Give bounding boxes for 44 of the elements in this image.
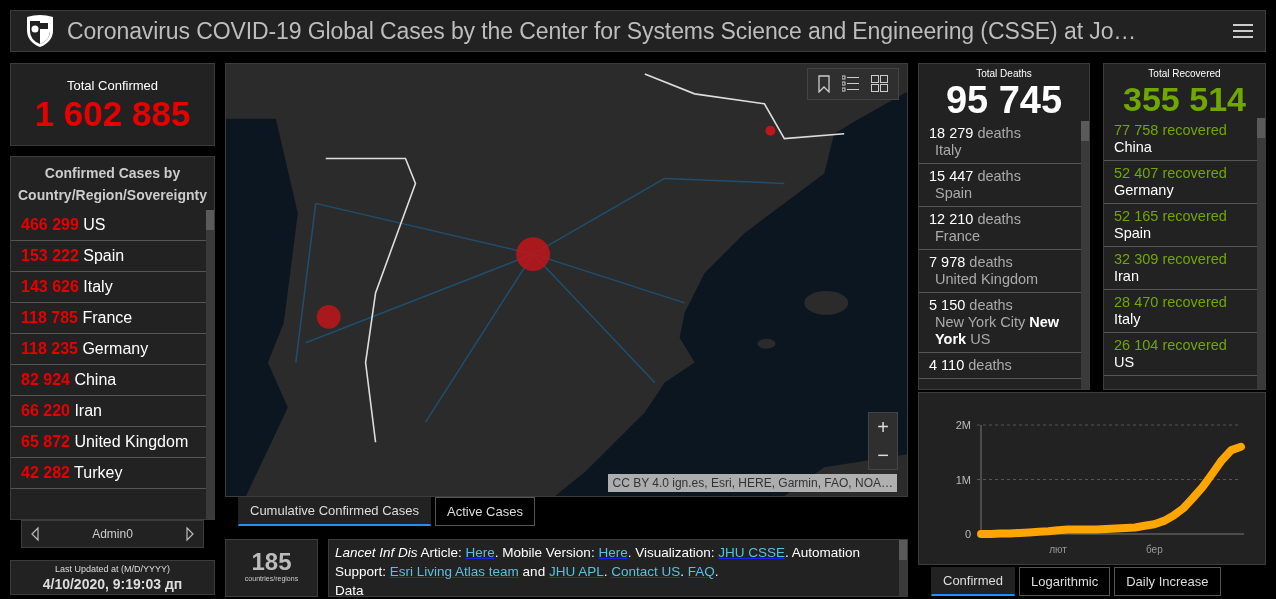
attribution-text: CC BY 4.0 ign.es, Esri, HERE, Garmin, FAO, NOA… bbox=[608, 474, 897, 492]
zoom-in-button[interactable]: + bbox=[869, 413, 897, 441]
y-tick-label: 0 bbox=[964, 528, 971, 540]
x-tick-label: лют bbox=[1049, 544, 1067, 555]
update-time: 4/10/2020, 9:19:03 дп bbox=[42, 576, 183, 592]
link[interactable]: JHU APL bbox=[548, 563, 604, 579]
link[interactable]: FAQ bbox=[687, 563, 715, 579]
zoom-out-button[interactable]: − bbox=[869, 441, 897, 469]
link[interactable]: Here bbox=[465, 544, 495, 560]
tab[interactable]: Daily Increase bbox=[1114, 567, 1221, 596]
link[interactable]: JHU CSSE bbox=[718, 544, 785, 560]
scrollbar[interactable] bbox=[899, 539, 907, 596]
bookmark-icon[interactable] bbox=[818, 75, 830, 93]
info-text: Data bbox=[335, 581, 365, 596]
stat-value: 1 602 885 bbox=[34, 95, 191, 133]
tab[interactable]: Active Cases bbox=[435, 497, 535, 526]
update-label: Last Updated at (M/D/YYYY) bbox=[54, 563, 171, 577]
link[interactable]: Here bbox=[598, 544, 628, 560]
y-tick-label: 1M bbox=[955, 473, 971, 486]
stat-label: Total Confirmed bbox=[66, 77, 158, 96]
list-icon[interactable] bbox=[842, 75, 859, 92]
tab[interactable]: Logarithmic bbox=[1018, 567, 1111, 596]
pager-label: Admin0 bbox=[92, 526, 133, 543]
shield-logo-icon bbox=[25, 14, 55, 48]
menu-icon[interactable] bbox=[1233, 23, 1253, 39]
tab[interactable]: Cumulative Confirmed Cases bbox=[238, 497, 432, 526]
stat-label: Total Deaths bbox=[975, 67, 1033, 81]
y-tick-label: 2M bbox=[955, 419, 971, 431]
info-text: Lancet Inf Dis Article: Here. Mobile Version: Here. Visualization: JHU CSSE. Automation Support: Esri Living Atlas team and JHU APL. Contact US. FAQ. bbox=[335, 543, 862, 581]
scrollbar[interactable] bbox=[1081, 120, 1089, 389]
scrollbar[interactable] bbox=[1257, 118, 1265, 389]
page-title: Coronavirus COVID-19 Global Cases by the Center for Systems Science and Engineering (CSSE) at Jo… bbox=[67, 16, 1138, 46]
previous-button[interactable] bbox=[30, 526, 40, 542]
count-value: 185 bbox=[251, 550, 292, 575]
tab[interactable]: Confirmed bbox=[931, 567, 1015, 596]
stat-value: 95 745 bbox=[944, 81, 1064, 121]
list-heading: Confirmed Cases by Country/Region/Sovereignty bbox=[17, 164, 208, 205]
next-button[interactable] bbox=[185, 526, 195, 542]
grid-icon[interactable] bbox=[871, 75, 888, 92]
stat-label: Total Recovered bbox=[1147, 67, 1222, 81]
scrollbar[interactable] bbox=[206, 210, 214, 519]
stat-value: 355 514 bbox=[1122, 81, 1247, 119]
x-tick-label: бер bbox=[1145, 544, 1163, 555]
link[interactable]: Esri Living Atlas team bbox=[389, 563, 519, 579]
